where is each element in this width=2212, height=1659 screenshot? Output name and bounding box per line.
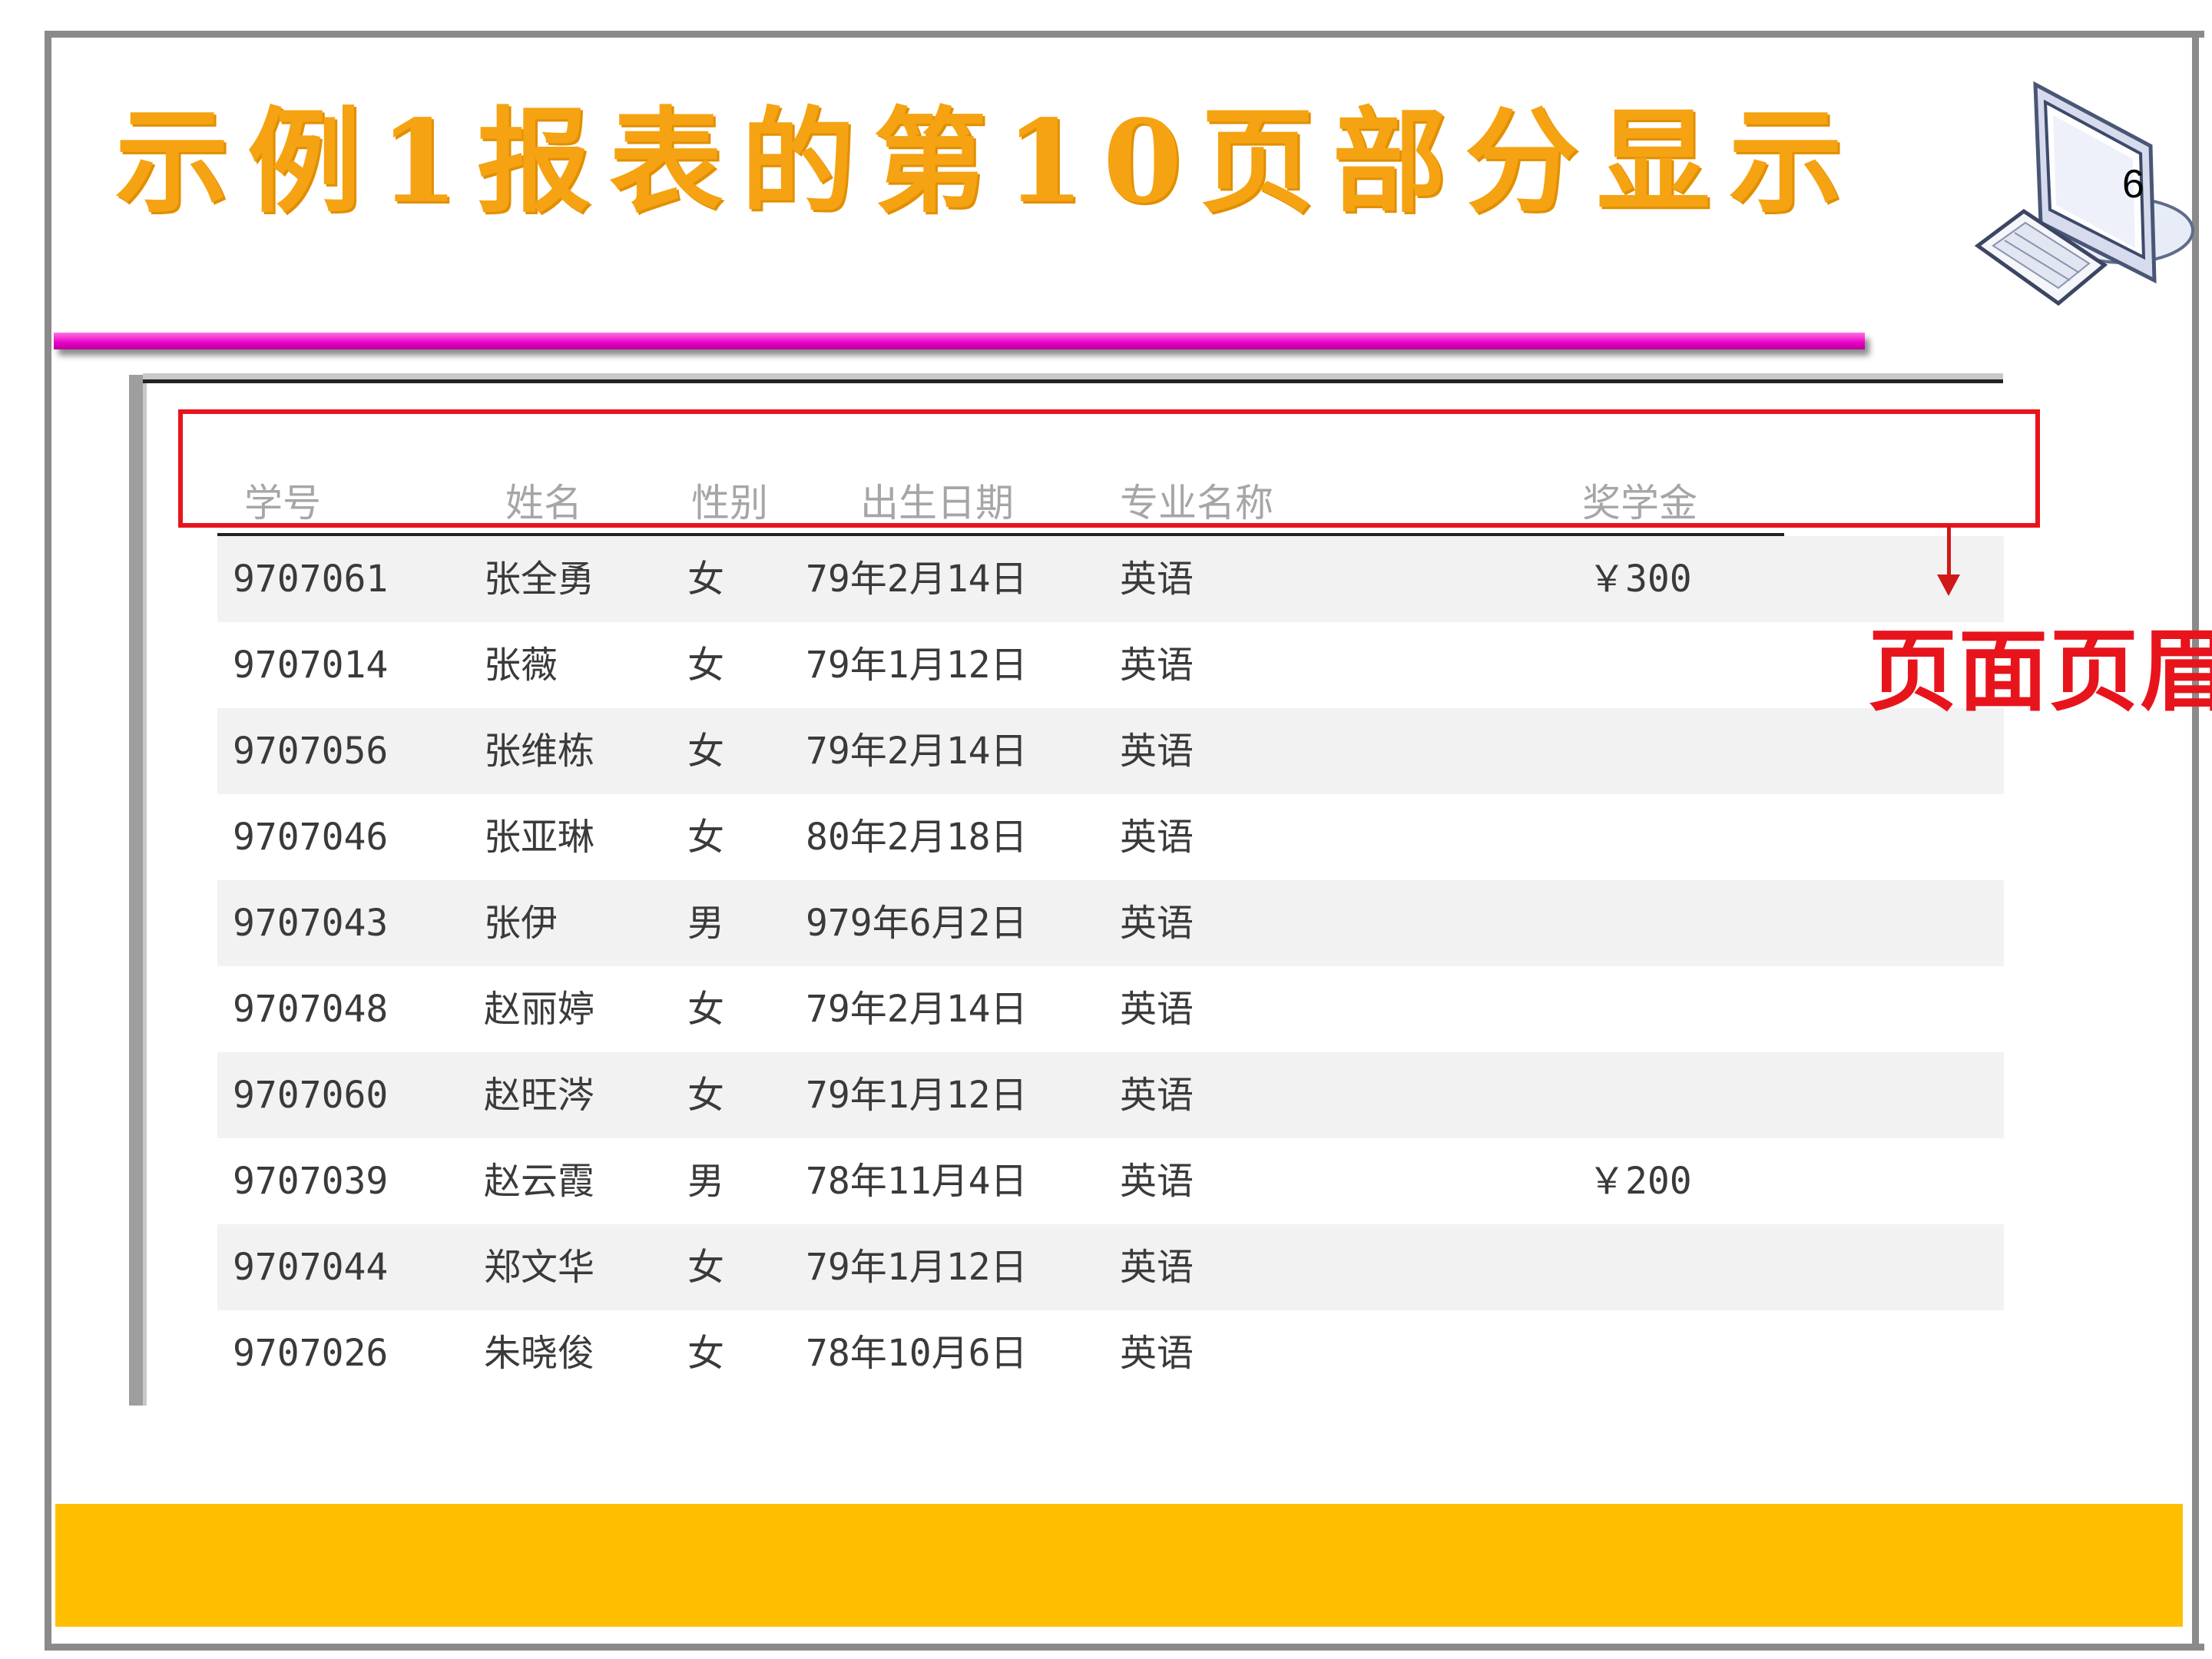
cell-name: 朱晓俊 <box>484 1332 595 1375</box>
cell-student-id: 9707039 <box>233 1160 389 1203</box>
cell-student-id: 9707061 <box>233 558 389 601</box>
cell-major: 英语 <box>1120 1332 1194 1375</box>
cell-student-id: 9707046 <box>233 816 389 859</box>
slide-title: 示例1报表的第10页部分显示 <box>115 94 1861 228</box>
cell-student-id: 9707043 <box>233 902 389 945</box>
table-row: 9707044 郑文华 女 79年1月12日 英语 <box>217 1224 2004 1310</box>
report-border-top-shade <box>143 373 2003 379</box>
table-row: 9707060 赵旺涔 女 79年1月12日 英语 <box>217 1052 2004 1138</box>
table-row: 9707039 赵云霞 男 78年11月4日 英语 ￥200 <box>217 1138 2004 1224</box>
cell-name: 赵丽婷 <box>484 988 595 1031</box>
table-row: 9707026 朱晓俊 女 78年10月6日 英语 <box>217 1310 2004 1396</box>
cell-name: 张伊 <box>484 902 558 945</box>
cell-major: 英语 <box>1120 730 1194 773</box>
cell-gender: 女 <box>687 1246 725 1289</box>
cell-name: 赵云霞 <box>484 1160 595 1203</box>
slide-frame-bottom <box>45 1644 2204 1651</box>
cell-birth-date: 79年2月14日 <box>806 730 1028 773</box>
table-row: 9707056 张维栋 女 79年2月14日 英语 <box>217 708 2004 794</box>
slide-frame-top <box>45 31 2204 38</box>
cell-name: 张全勇 <box>484 558 595 601</box>
cell-student-id: 9707056 <box>233 730 389 773</box>
cell-major: 英语 <box>1120 988 1194 1031</box>
cell-student-id: 9707026 <box>233 1332 389 1375</box>
footer-bar <box>55 1504 2183 1627</box>
cell-gender: 女 <box>687 730 725 773</box>
cell-major: 英语 <box>1120 558 1194 601</box>
cell-name: 张薇 <box>484 644 558 687</box>
table-row: 9707043 张伊 男 979年6月2日 英语 <box>217 880 2004 966</box>
annotation-arrow-line <box>1947 525 1951 582</box>
cell-birth-date: 79年1月12日 <box>806 1074 1028 1117</box>
cell-major: 英语 <box>1120 1246 1194 1289</box>
cell-birth-date: 979年6月2日 <box>806 902 1028 945</box>
cell-gender: 男 <box>687 1160 725 1203</box>
cell-major: 英语 <box>1120 1160 1194 1203</box>
cell-gender: 女 <box>687 988 725 1031</box>
cell-gender: 男 <box>687 902 725 945</box>
cell-gender: 女 <box>687 1332 725 1375</box>
report-rows: 9707061 张全勇 女 79年2月14日 英语 ￥300 9707014 张… <box>217 536 2004 1396</box>
cell-major: 英语 <box>1120 1074 1194 1117</box>
cell-name: 张维栋 <box>484 730 595 773</box>
cell-name: 张亚琳 <box>484 816 595 859</box>
cell-student-id: 9707048 <box>233 988 389 1031</box>
cell-major: 英语 <box>1120 816 1194 859</box>
cell-scholarship: ￥200 <box>1588 1160 1692 1203</box>
cell-birth-date: 79年2月14日 <box>806 988 1028 1031</box>
cell-student-id: 9707060 <box>233 1074 389 1117</box>
cell-birth-date: 79年1月12日 <box>806 644 1028 687</box>
annotation-arrow-head-icon <box>1937 575 1960 596</box>
cell-gender: 女 <box>687 816 725 859</box>
cell-gender: 女 <box>687 644 725 687</box>
report-border-left-inner <box>143 375 147 1406</box>
cell-gender: 女 <box>687 1074 725 1117</box>
title-underline-bar <box>54 333 1865 349</box>
table-row: 9707061 张全勇 女 79年2月14日 英语 ￥300 <box>217 536 2004 622</box>
cell-student-id: 9707044 <box>233 1246 389 1289</box>
page-header-highlight-box <box>178 409 2040 528</box>
cell-birth-date: 80年2月18日 <box>806 816 1028 859</box>
report-border-top <box>143 379 2003 383</box>
table-row: 9707014 张薇 女 79年1月12日 英语 <box>217 622 2004 708</box>
computer-icon <box>1970 73 2200 311</box>
table-row: 9707048 赵丽婷 女 79年2月14日 英语 <box>217 966 2004 1052</box>
cell-birth-date: 78年11月4日 <box>806 1160 1028 1203</box>
cell-name: 赵旺涔 <box>484 1074 595 1117</box>
page-number: 6 <box>2122 162 2144 207</box>
cell-major: 英语 <box>1120 644 1194 687</box>
cell-name: 郑文华 <box>484 1246 595 1289</box>
cell-scholarship: ￥300 <box>1588 558 1692 601</box>
table-row: 9707046 张亚琳 女 80年2月18日 英语 <box>217 794 2004 880</box>
page-header-annotation: 页面页眉 <box>1868 619 2212 724</box>
cell-birth-date: 79年1月12日 <box>806 1246 1028 1289</box>
slide-frame-left <box>45 31 51 1650</box>
cell-major: 英语 <box>1120 902 1194 945</box>
cell-birth-date: 79年2月14日 <box>806 558 1028 601</box>
cell-student-id: 9707014 <box>233 644 389 687</box>
cell-birth-date: 78年10月6日 <box>806 1332 1028 1375</box>
cell-gender: 女 <box>687 558 725 601</box>
